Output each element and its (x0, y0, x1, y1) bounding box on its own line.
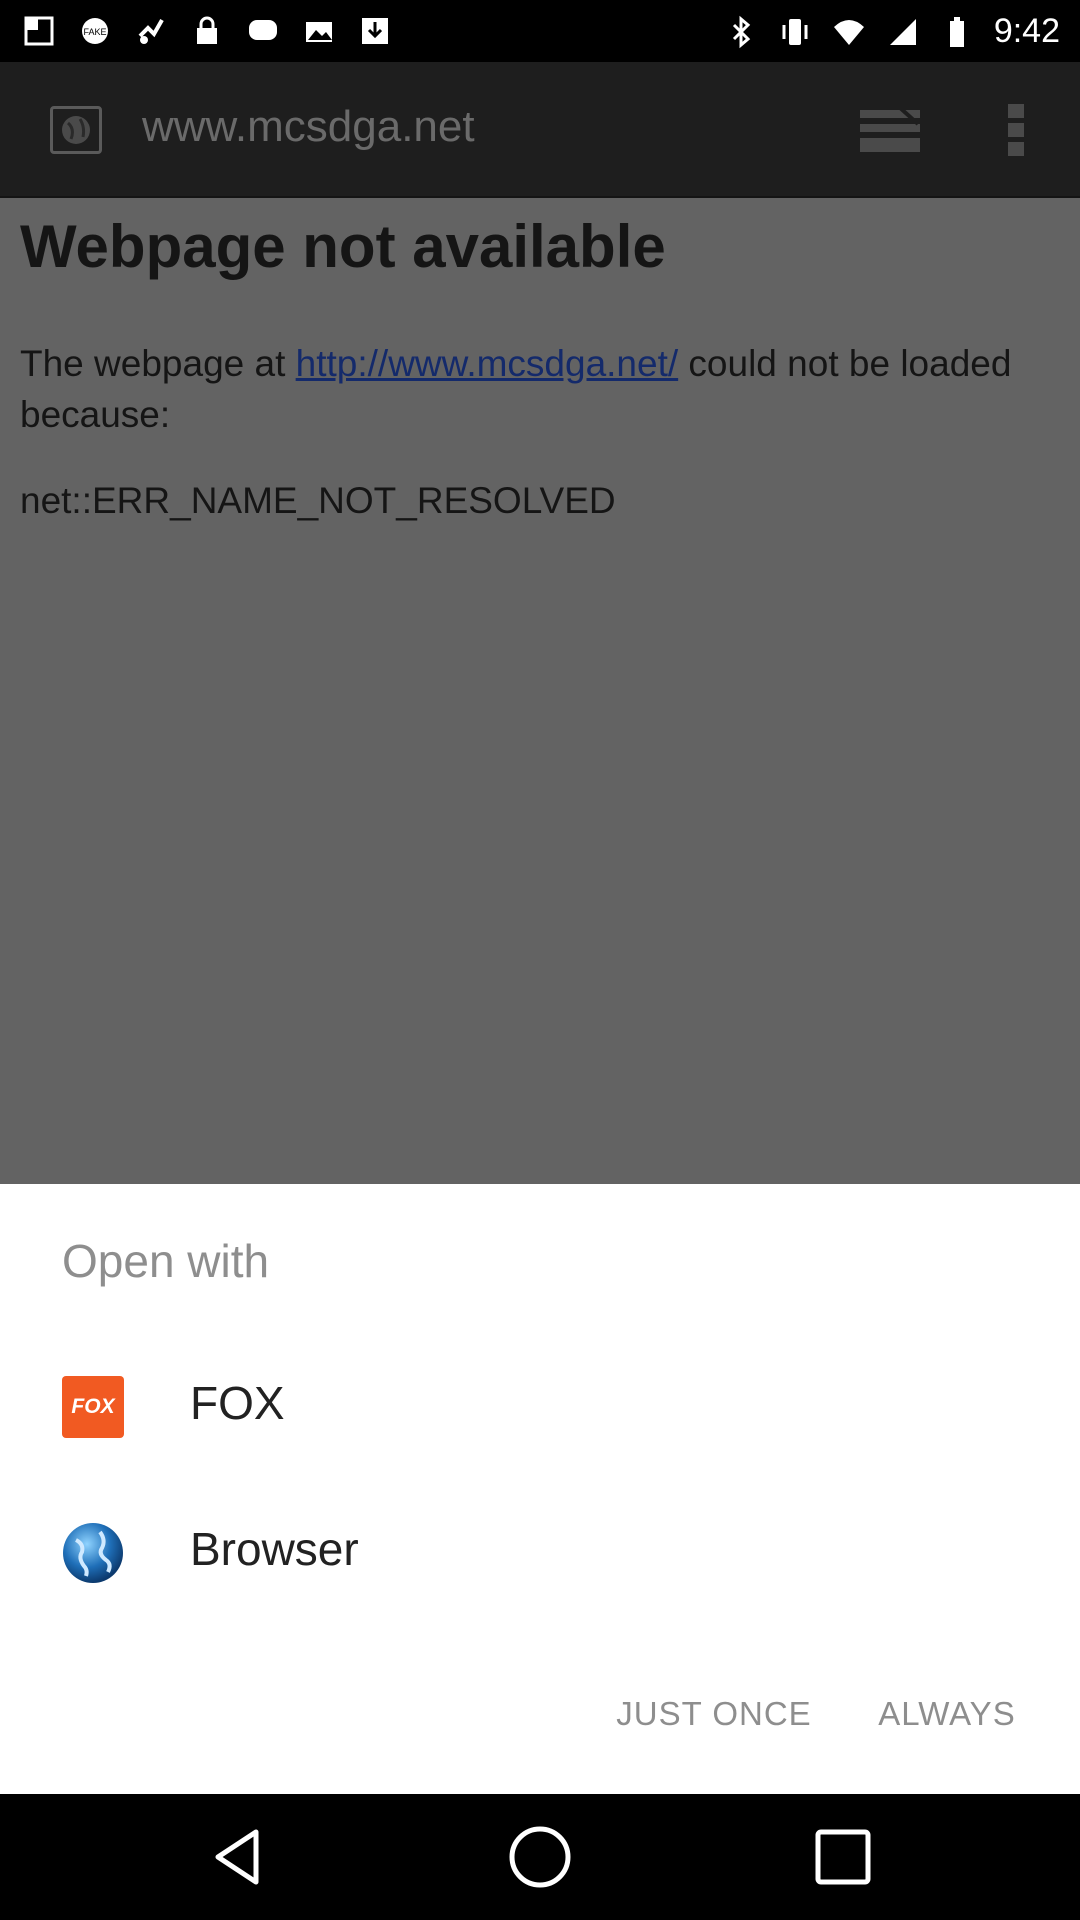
error-code: net::ERR_NAME_NOT_RESOLVED (20, 480, 616, 521)
open-with-sheet: Open with FOX FOX Browser JUST ONCE ALWA… (0, 1184, 1080, 1794)
location-icon (138, 19, 164, 44)
browser-toolbar: www.mcsdga.net (0, 62, 1080, 198)
status-bar-notifications: FAKE (22, 14, 392, 48)
status-bar: FAKE 9:42 (0, 0, 1080, 62)
error-message-prefix: The webpage at (20, 343, 296, 384)
tabs-icon[interactable] (858, 102, 922, 158)
page-scrim[interactable]: Webpage not available The webpage at htt… (0, 198, 1080, 1184)
message-icon (249, 20, 277, 40)
app-option-browser[interactable]: Browser (0, 1482, 1080, 1622)
signal-icon (889, 18, 916, 45)
home-icon[interactable] (507, 1824, 573, 1890)
error-message: The webpage at http://www.mcsdga.net/ co… (20, 338, 1060, 440)
svg-text:FAKE: FAKE (83, 27, 106, 37)
status-time: 9:42 (993, 12, 1060, 50)
download-icon (362, 18, 388, 44)
app-label-browser: Browser (190, 1523, 359, 1575)
just-once-button[interactable]: JUST ONCE (604, 1664, 824, 1764)
overflow-menu-icon[interactable] (1004, 102, 1028, 158)
globe-favicon-icon[interactable] (50, 106, 102, 154)
wifi-icon (833, 19, 864, 45)
error-title: Webpage not available (20, 213, 666, 280)
vibrate-icon (782, 18, 808, 45)
app-label-fox: FOX (190, 1377, 285, 1429)
globe-app-icon (63, 1523, 123, 1583)
bluetooth-icon (732, 15, 751, 48)
always-button[interactable]: ALWAYS (862, 1664, 1032, 1764)
back-icon[interactable] (206, 1824, 272, 1890)
fox-app-icon: FOX (62, 1376, 124, 1438)
status-bar-system: 9:42 (724, 12, 1060, 51)
error-link[interactable]: http://www.mcsdga.net/ (296, 343, 679, 384)
sheet-title: Open with (62, 1235, 270, 1287)
lock-icon (197, 16, 217, 44)
navigation-bar (0, 1794, 1080, 1920)
recent-apps-icon[interactable] (810, 1824, 876, 1890)
fake-gps-icon: FAKE (82, 18, 108, 44)
photos-icon (306, 22, 332, 42)
app-option-fox[interactable]: FOX FOX (0, 1336, 1080, 1476)
url-bar[interactable]: www.mcsdga.net (142, 102, 475, 152)
battery-icon (949, 16, 964, 47)
notification-icon (24, 16, 54, 46)
